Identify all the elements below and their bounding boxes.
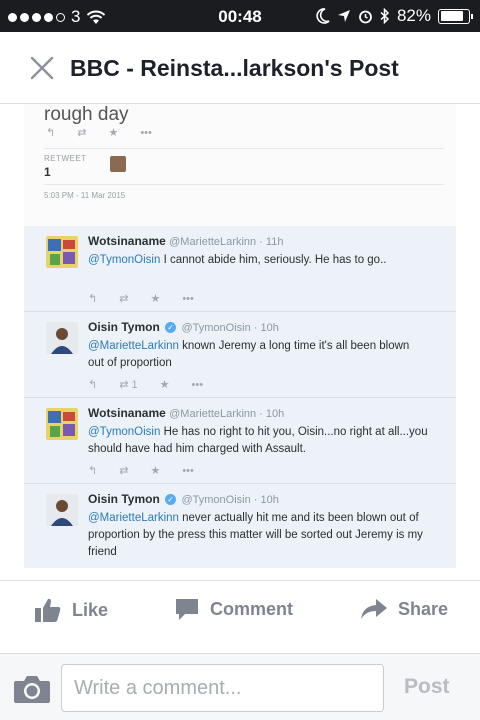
divider	[44, 184, 444, 185]
retweet-icon: ⇄	[119, 293, 129, 305]
bluetooth-icon	[380, 8, 390, 24]
tweet-mention: @MarietteLarkinn	[88, 340, 179, 352]
tweet-actions: ↰ ⇄ 1 ★ •••	[88, 378, 204, 392]
retweet-icon: ⇄	[77, 127, 87, 139]
tweet-actions: ↰ ⇄ ★ •••	[88, 292, 194, 306]
battery-icon	[438, 8, 473, 24]
like-button[interactable]: Like	[34, 597, 108, 623]
tweet-replies: Wotsinaname @MarietteLarkinn · 11h @Tymo…	[24, 226, 456, 568]
tweet-header: Oisin Tymon ✓ @TymonOisin · 10h	[88, 320, 279, 334]
tweet-header: Wotsinaname @MarietteLarkinn · 10h	[88, 406, 284, 420]
post-photo[interactable]: rough day ↰ ⇄ ★ ••• RETWEET 1 5:03 PM - …	[24, 104, 456, 568]
comment-bubble-icon	[176, 599, 198, 620]
reply-icon: ↰	[88, 379, 98, 391]
retweet-label: RETWEET	[44, 154, 87, 163]
tweet-author: Oisin Tymon	[88, 320, 160, 334]
status-icons: 82%	[316, 6, 473, 26]
reply-icon: ↰	[88, 293, 98, 305]
favorite-icon: ★	[150, 293, 161, 305]
favorite-icon: ★	[150, 465, 161, 477]
top-tweet-actions: ↰ ⇄ ★ •••	[46, 126, 152, 140]
retweet-count: 1	[131, 379, 138, 391]
tweet-body: I cannot abide him, seriously. He has to…	[160, 254, 387, 266]
tweet-handle: @MarietteLarkinn · 10h	[169, 408, 285, 420]
more-icon: •••	[182, 464, 194, 477]
avatar	[46, 236, 78, 268]
tweet-item: Wotsinaname @MarietteLarkinn · 11h @Tymo…	[24, 226, 456, 312]
battery-percent: 82%	[396, 6, 431, 25]
tweet-date: 5:03 PM - 11 Mar 2015	[44, 191, 126, 200]
tweet-handle: @TymonOisin · 10h	[181, 322, 279, 334]
share-label: Share	[398, 598, 449, 619]
close-icon[interactable]	[28, 54, 56, 82]
tweet-mention: @TymonOisin	[88, 426, 161, 438]
share-arrow-icon	[361, 599, 387, 619]
tweet-text: @MarietteLarkinn never actually hit me a…	[88, 510, 428, 561]
top-tweet-text: rough day	[44, 104, 129, 125]
tweet-author: Oisin Tymon	[88, 492, 160, 506]
comment-label: Comment	[210, 598, 294, 619]
retweet-icon: ⇄ 1	[119, 379, 138, 391]
favorite-icon: ★	[108, 127, 119, 139]
camera-icon[interactable]	[13, 674, 51, 704]
retweet-count: 1	[44, 165, 51, 179]
comment-input[interactable]	[61, 664, 384, 712]
reply-icon: ↰	[88, 465, 98, 477]
page-title: BBC - Reinsta...larkson's Post	[70, 55, 399, 81]
avatar	[46, 494, 78, 526]
comment-composer: Post	[0, 653, 480, 720]
share-button[interactable]: Share	[360, 597, 448, 621]
verified-icon: ✓	[165, 322, 177, 334]
tweet-item: Oisin Tymon ✓ @TymonOisin · 10h @Mariett…	[24, 312, 456, 398]
avatar	[46, 322, 78, 354]
comment-button[interactable]: Comment	[174, 597, 293, 621]
tweet-author: Wotsinaname	[88, 234, 166, 248]
retweet-icon: ⇄	[119, 465, 129, 477]
retweeter-avatar	[110, 156, 126, 172]
more-icon: •••	[182, 292, 194, 305]
location-arrow-icon	[337, 10, 350, 22]
divider	[44, 148, 444, 149]
battery-fill	[440, 11, 463, 21]
reply-icon: ↰	[46, 127, 56, 139]
thumbs-up-icon	[35, 598, 61, 622]
moon-icon	[316, 8, 330, 24]
tweet-actions: ↰ ⇄ ★ •••	[88, 464, 194, 478]
tweet-text: @MarietteLarkinn known Jeremy a long tim…	[88, 338, 428, 372]
tweet-item: Oisin Tymon ✓ @TymonOisin · 10h @Mariett…	[24, 484, 456, 568]
verified-icon: ✓	[165, 494, 177, 506]
post-action-bar: Like Comment Share	[0, 580, 480, 642]
tweet-author: Wotsinaname	[88, 406, 166, 420]
favorite-icon: ★	[159, 379, 170, 391]
tweet-mention: @TymonOisin	[88, 254, 161, 266]
tweet-mention: @MarietteLarkinn	[88, 512, 179, 524]
avatar	[46, 408, 78, 440]
alarm-icon	[359, 10, 372, 23]
tweet-header: Oisin Tymon ✓ @TymonOisin · 10h	[88, 492, 279, 506]
tweet-item: Wotsinaname @MarietteLarkinn · 10h @Tymo…	[24, 398, 456, 484]
post-header: BBC - Reinsta...larkson's Post	[0, 32, 480, 104]
tweet-handle: @TymonOisin · 10h	[181, 494, 279, 506]
more-icon: •••	[140, 126, 152, 139]
tweet-text: @TymonOisin He has no right to hit you, …	[88, 424, 428, 458]
tweet-handle: @MarietteLarkinn · 11h	[169, 236, 284, 248]
tweet-header: Wotsinaname @MarietteLarkinn · 11h	[88, 234, 283, 248]
more-icon: •••	[191, 378, 204, 391]
tweet-text: @TymonOisin I cannot abide him, seriousl…	[88, 252, 428, 269]
like-label: Like	[72, 599, 109, 620]
status-bar: 3 00:48 82%	[0, 0, 480, 32]
post-button[interactable]: Post	[404, 675, 450, 699]
